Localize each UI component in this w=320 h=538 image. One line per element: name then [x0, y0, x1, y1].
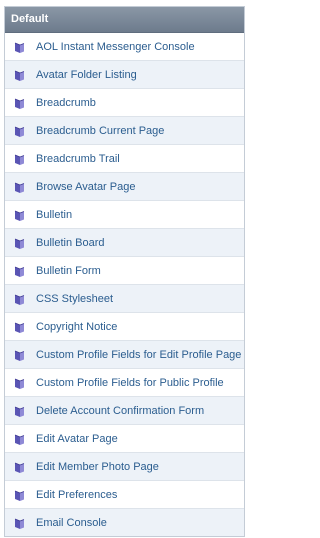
list-item-edit-member-photo-page[interactable]: Edit Member Photo Page: [5, 453, 244, 481]
list-item-link[interactable]: Delete Account Confirmation Form: [36, 405, 204, 417]
list-item-link[interactable]: Custom Profile Fields for Edit Profile P…: [36, 349, 241, 361]
template-book-icon: [13, 349, 25, 361]
list-item-link[interactable]: AOL Instant Messenger Console: [36, 41, 195, 53]
list-item-link[interactable]: Copyright Notice: [36, 321, 117, 333]
template-book-icon: [13, 181, 25, 193]
list-item-email-console[interactable]: Email Console: [5, 509, 244, 536]
list-item-copyright-notice[interactable]: Copyright Notice: [5, 313, 244, 341]
list-item-edit-preferences[interactable]: Edit Preferences: [5, 481, 244, 509]
template-book-icon: [13, 209, 25, 221]
list-item-bulletin-form[interactable]: Bulletin Form: [5, 257, 244, 285]
list-item-link[interactable]: Bulletin Board: [36, 237, 105, 249]
list-item-edit-avatar-page[interactable]: Edit Avatar Page: [5, 425, 244, 453]
list-item-link[interactable]: Breadcrumb Current Page: [36, 125, 164, 137]
panel-header: Default: [5, 7, 244, 33]
template-book-icon: [13, 461, 25, 473]
list-item-custom-profile-fields-for-edit-profile-page[interactable]: Custom Profile Fields for Edit Profile P…: [5, 341, 244, 369]
list-item-browse-avatar-page[interactable]: Browse Avatar Page: [5, 173, 244, 201]
list-item-link[interactable]: Browse Avatar Page: [36, 181, 135, 193]
template-book-icon: [13, 41, 25, 53]
list-item-link[interactable]: Edit Member Photo Page: [36, 461, 159, 473]
list-item-breadcrumb[interactable]: Breadcrumb: [5, 89, 244, 117]
list-item-bulletin[interactable]: Bulletin: [5, 201, 244, 229]
template-book-icon: [13, 517, 25, 529]
list-item-avatar-folder-listing[interactable]: Avatar Folder Listing: [5, 61, 244, 89]
template-book-icon: [13, 433, 25, 445]
list-item-link[interactable]: Edit Avatar Page: [36, 433, 118, 445]
list-item-custom-profile-fields-for-public-profile[interactable]: Custom Profile Fields for Public Profile: [5, 369, 244, 397]
list-item-link[interactable]: CSS Stylesheet: [36, 293, 113, 305]
list-item-breadcrumb-current-page[interactable]: Breadcrumb Current Page: [5, 117, 244, 145]
list-item-link[interactable]: Bulletin Form: [36, 265, 101, 277]
panel-title: Default: [11, 13, 49, 25]
template-book-icon: [13, 237, 25, 249]
list-item-link[interactable]: Email Console: [36, 517, 107, 529]
list-item-aol-instant-messenger-console[interactable]: AOL Instant Messenger Console: [5, 33, 244, 61]
list-item-delete-account-confirmation-form[interactable]: Delete Account Confirmation Form: [5, 397, 244, 425]
list-item-link[interactable]: Custom Profile Fields for Public Profile: [36, 377, 224, 389]
list-item-css-stylesheet[interactable]: CSS Stylesheet: [5, 285, 244, 313]
list-item-link[interactable]: Breadcrumb Trail: [36, 153, 120, 165]
list-item-link[interactable]: Bulletin: [36, 209, 72, 221]
template-book-icon: [13, 321, 25, 333]
list-item-link[interactable]: Edit Preferences: [36, 489, 117, 501]
template-book-icon: [13, 153, 25, 165]
list-item-link[interactable]: Breadcrumb: [36, 97, 96, 109]
template-book-icon: [13, 293, 25, 305]
template-book-icon: [13, 377, 25, 389]
template-book-icon: [13, 265, 25, 277]
list-item-breadcrumb-trail[interactable]: Breadcrumb Trail: [5, 145, 244, 173]
template-book-icon: [13, 489, 25, 501]
list-item-link[interactable]: Avatar Folder Listing: [36, 69, 137, 81]
list-item-bulletin-board[interactable]: Bulletin Board: [5, 229, 244, 257]
template-book-icon: [13, 97, 25, 109]
template-list-panel: Default AOL Instant Messenger Console Ava…: [4, 6, 245, 537]
template-list: AOL Instant Messenger Console Avatar Fold…: [5, 33, 244, 536]
template-book-icon: [13, 69, 25, 81]
template-book-icon: [13, 405, 25, 417]
template-book-icon: [13, 125, 25, 137]
